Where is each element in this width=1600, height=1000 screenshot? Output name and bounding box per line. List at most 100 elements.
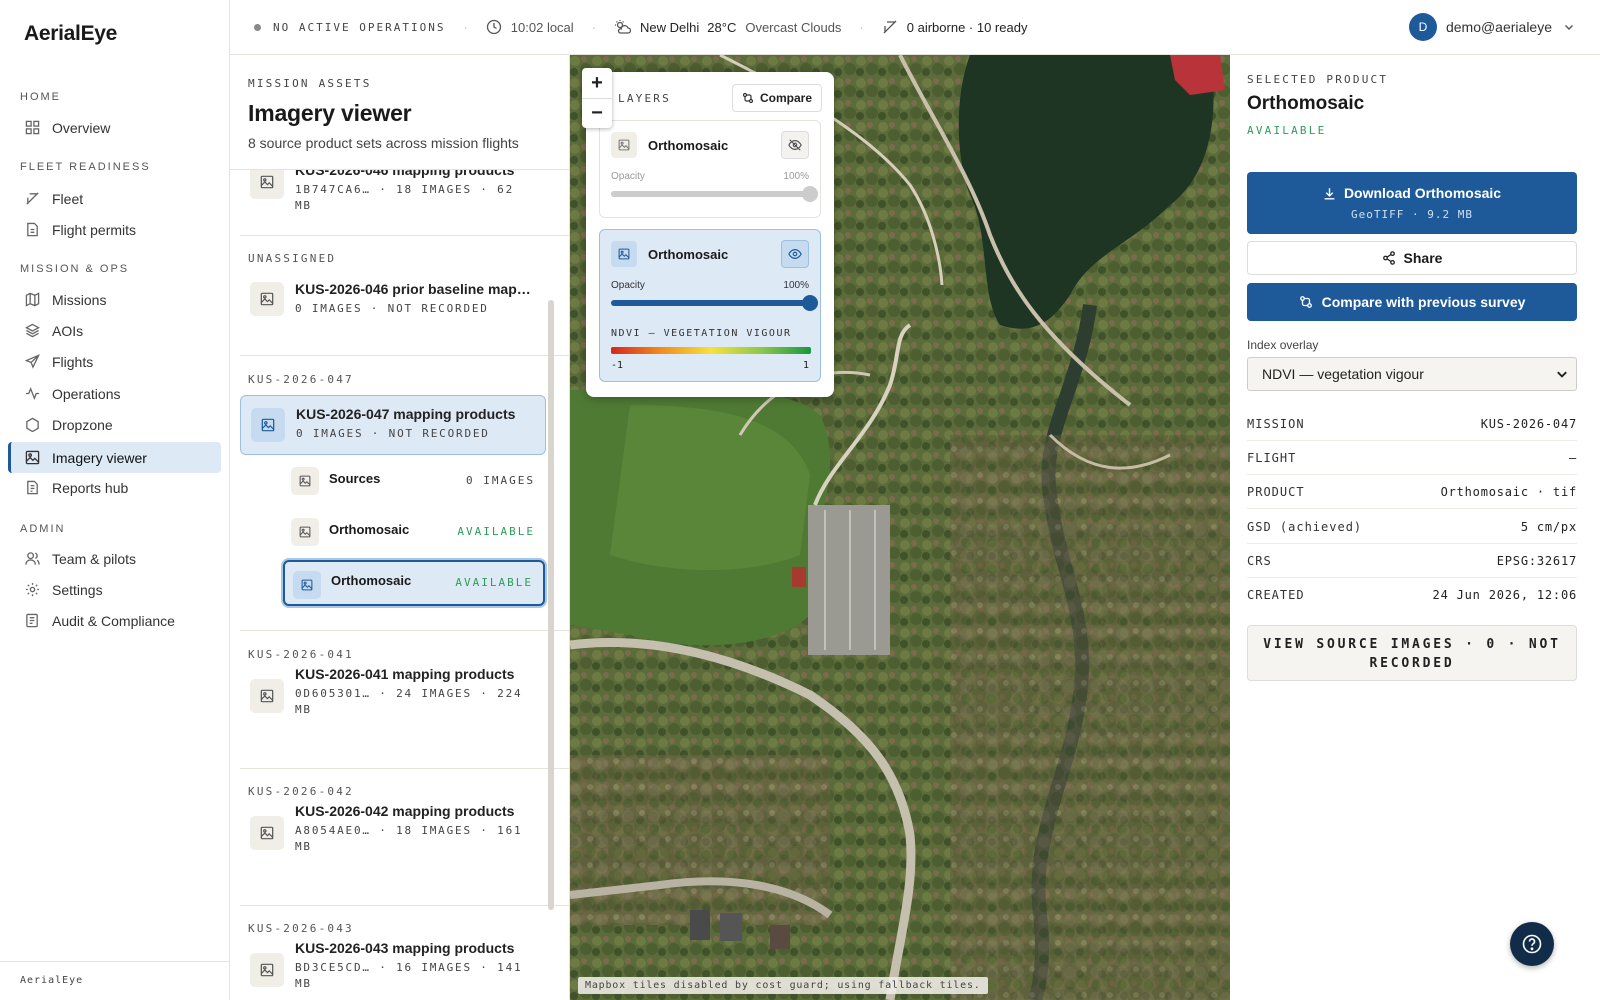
nav-item-aois[interactable]: AOIs xyxy=(8,315,221,346)
index-overlay-label: Index overlay xyxy=(1247,338,1319,352)
user-email: demo@aerialeye xyxy=(1445,19,1552,35)
group-label: KUS-2026-047 xyxy=(248,373,354,386)
overlay-selected-value: NDVI — vegetation vigour xyxy=(1262,366,1424,382)
nav-item-audit-compliance[interactable]: Audit & Compliance xyxy=(8,605,221,636)
share-button[interactable]: Share xyxy=(1247,241,1577,275)
nav-item-label: Fleet xyxy=(52,190,84,207)
compare-survey-button[interactable]: Compare with previous survey xyxy=(1247,283,1577,321)
image-icon xyxy=(24,450,40,466)
eye-icon[interactable] xyxy=(781,240,809,268)
view-source-images-button[interactable]: VIEW SOURCE IMAGES · 0 · NOT RECORDED xyxy=(1247,625,1577,681)
child-item-orthomosaic-selected[interactable]: Orthomosaic AVAILABLE xyxy=(283,560,545,606)
local-time: 10:02 local xyxy=(486,19,574,35)
help-icon xyxy=(1522,934,1542,954)
list-item-selected[interactable]: KUS-2026-047 mapping products 0 IMAGES ·… xyxy=(240,395,546,455)
download-label: Download Orthomosaic xyxy=(1343,185,1502,201)
assets-header: MISSION ASSETS Imagery viewer 8 source p… xyxy=(230,55,569,170)
zoom-in-button[interactable]: + xyxy=(582,68,612,98)
image-icon xyxy=(250,282,284,316)
nav-item-dropzone[interactable]: Dropzone xyxy=(8,409,221,440)
ndvi-color-ramp xyxy=(611,347,811,354)
status-dot xyxy=(254,23,261,31)
index-overlay-select[interactable]: NDVI — vegetation vigour xyxy=(1247,357,1577,391)
opacity-label: Opacity xyxy=(611,171,645,182)
child-title: Orthomosaic xyxy=(331,573,412,588)
child-item-sources[interactable]: Sources 0 IMAGES xyxy=(283,458,545,504)
list-item[interactable]: KUS-2026-043 mapping products BD3CE5CD… … xyxy=(240,940,546,1000)
nav-section-fleet: FLEET READINESS xyxy=(20,161,151,173)
map-view[interactable]: + − LAYERS Compare Orthomosaic Opacity 1… xyxy=(570,55,1230,1000)
asset-meta: 0 IMAGES · NOT RECORDED xyxy=(295,302,489,315)
status-badge: AVAILABLE xyxy=(1247,124,1327,137)
chevron-down-icon xyxy=(1556,367,1568,383)
field-value: EPSG:32617 xyxy=(1496,553,1577,568)
compare-icon xyxy=(1299,295,1313,309)
nav-item-flights[interactable]: Flights xyxy=(8,346,221,377)
nav-item-overview[interactable]: Overview xyxy=(8,112,221,143)
share-icon xyxy=(1382,251,1396,265)
report-icon xyxy=(24,480,40,496)
nav-item-fleet[interactable]: Fleet xyxy=(8,183,221,214)
grid-icon xyxy=(24,120,40,136)
fleet-status: 0 airborne · 10 ready xyxy=(882,19,1027,35)
field-crs: CRS EPSG:32617 xyxy=(1247,544,1577,578)
eye-off-icon[interactable] xyxy=(781,131,809,159)
zoom-controls: + − xyxy=(582,68,612,128)
slider-knob[interactable] xyxy=(802,186,818,202)
nav-item-settings[interactable]: Settings xyxy=(8,574,221,605)
layer-card-orthomosaic-hidden[interactable]: Orthomosaic Opacity 100% xyxy=(599,120,821,218)
nav-item-flight-permits[interactable]: Flight permits xyxy=(8,214,221,245)
user-menu[interactable]: D demo@aerialeye xyxy=(1408,13,1574,41)
nav-section-admin: ADMIN xyxy=(20,523,66,535)
field-key: GSD (achieved) xyxy=(1247,519,1363,534)
list-item[interactable]: KUS-2026-042 mapping products A8054AE0… … xyxy=(240,803,546,895)
sidebar-footer: AerialEye xyxy=(0,961,229,999)
ops-status-text: NO ACTIVE OPERATIONS xyxy=(273,20,446,34)
assets-scrollbar[interactable] xyxy=(548,300,554,910)
image-icon xyxy=(251,408,285,442)
list-item[interactable]: KUS-2026-046 prior baseline mapping prod… xyxy=(240,271,546,331)
opacity-slider[interactable] xyxy=(611,186,818,202)
child-item-orthomosaic[interactable]: Orthomosaic AVAILABLE xyxy=(283,509,545,555)
group-label: KUS-2026-041 xyxy=(248,648,354,661)
list-item[interactable]: KUS-2026-041 mapping products 0D605301… … xyxy=(240,666,546,758)
field-value: — xyxy=(1568,450,1577,465)
opacity-slider[interactable] xyxy=(611,295,818,311)
nav-item-label: Reports hub xyxy=(52,479,129,496)
download-button[interactable]: Download Orthomosaic GeoTIFF · 9.2 MB xyxy=(1247,172,1577,234)
compare-survey-label: Compare with previous survey xyxy=(1321,294,1526,310)
nav-item-reports-hub[interactable]: Reports hub xyxy=(8,472,221,503)
weather: New Delhi 28°C Overcast Clouds xyxy=(614,19,841,35)
child-status: AVAILABLE xyxy=(455,576,533,589)
nav-item-missions[interactable]: Missions xyxy=(8,284,221,315)
slider-knob[interactable] xyxy=(802,295,818,311)
nav-item-label: Flight permits xyxy=(52,221,137,238)
layer-card-orthomosaic-visible[interactable]: Orthomosaic Opacity 100% NDVI — VEGETATI… xyxy=(599,229,821,382)
audit-icon xyxy=(24,613,40,629)
asset-meta: 0 IMAGES · NOT RECORDED xyxy=(296,427,490,440)
layer-title: Orthomosaic xyxy=(648,247,729,262)
sidebar: AerialEye HOME Overview FLEET READINESS … xyxy=(0,0,230,1000)
image-icon xyxy=(250,165,284,199)
nav-item-label: Missions xyxy=(52,291,107,308)
nav-item-operations[interactable]: Operations xyxy=(8,378,221,409)
slider-fill xyxy=(611,191,811,197)
group-label: UNASSIGNED xyxy=(248,252,337,265)
help-button[interactable] xyxy=(1510,922,1554,966)
map-attribution-note: Mapbox tiles disabled by cost guard; usi… xyxy=(578,977,988,994)
field-mission: MISSION KUS-2026-047 xyxy=(1247,407,1577,441)
compare-button[interactable]: Compare xyxy=(731,84,822,112)
zoom-out-button[interactable]: − xyxy=(582,98,612,128)
child-title: Sources xyxy=(329,471,381,486)
image-icon xyxy=(250,679,284,713)
nav-item-team-pilots[interactable]: Team & pilots xyxy=(8,543,221,574)
asset-meta: A8054AE0… · 18 IMAGES · 161 MB xyxy=(295,824,523,853)
layers-icon xyxy=(24,323,40,339)
brand-logo[interactable]: AerialEye xyxy=(24,22,117,46)
nav-item-imagery-viewer[interactable]: Imagery viewer xyxy=(8,442,221,473)
selected-product-panel: SELECTED PRODUCT Orthomosaic AVAILABLE D… xyxy=(1230,55,1600,1000)
asset-title: KUS-2026-041 mapping products xyxy=(295,666,515,682)
image-icon xyxy=(250,953,284,987)
ndvi-legend-label: NDVI — VEGETATION VIGOUR xyxy=(611,328,792,339)
field-product: PRODUCT Orthomosaic · tif xyxy=(1247,475,1577,509)
